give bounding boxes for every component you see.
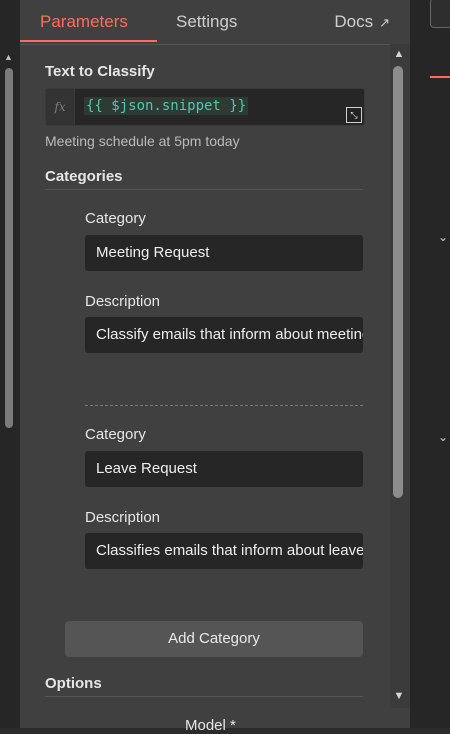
right-accent-line xyxy=(430,76,450,78)
expand-editor-icon[interactable]: ⤡ xyxy=(346,107,362,123)
expression-code: {{ $json.snippet }} xyxy=(84,97,249,115)
text-to-classify-expression-input[interactable]: fx {{ $json.snippet }} ⤡ xyxy=(45,88,365,126)
text-to-classify-label: Text to Classify xyxy=(45,63,155,80)
category-1-value: Meeting Request xyxy=(96,244,210,261)
category-2-label: Category xyxy=(85,426,146,443)
description-1-input[interactable]: Classify emails that inform about meetin… xyxy=(85,317,363,353)
tab-parameters[interactable]: Parameters xyxy=(40,12,128,32)
category-1-label: Category xyxy=(85,210,146,227)
options-title: Options xyxy=(45,675,102,692)
fx-icon: fx xyxy=(46,89,75,125)
category-separator xyxy=(85,405,363,406)
chevron-down-icon[interactable]: ⌄ xyxy=(438,230,448,244)
panel-tabs: Parameters Settings Docs ↗ xyxy=(20,0,410,45)
scroll-up-icon[interactable]: ▲ xyxy=(392,47,406,61)
options-divider xyxy=(45,696,363,697)
categories-divider xyxy=(45,189,363,190)
right-background-area: ⌄ ⌄ xyxy=(410,0,450,728)
external-link-icon: ↗ xyxy=(379,15,390,30)
left-scrollbar-thumb[interactable] xyxy=(5,68,13,428)
chevron-down-icon[interactable]: ⌄ xyxy=(438,430,448,444)
category-1-input[interactable]: Meeting Request xyxy=(85,235,363,271)
left-scroll-strip: ▲ xyxy=(0,0,20,728)
panel-scrollbar-thumb[interactable] xyxy=(393,66,403,498)
left-scroll-up-icon[interactable]: ▲ xyxy=(4,52,13,62)
tab-settings[interactable]: Settings xyxy=(176,12,237,32)
active-tab-underline xyxy=(20,40,157,42)
scroll-down-icon[interactable]: ▼ xyxy=(392,689,406,703)
node-parameters-panel: Parameters Settings Docs ↗ Text to Classi… xyxy=(20,0,410,734)
model-label: Model * xyxy=(185,717,236,734)
categories-title: Categories xyxy=(45,168,123,185)
add-category-button[interactable]: Add Category xyxy=(65,621,363,657)
description-1-value: Classify emails that inform about meetin… xyxy=(96,326,363,343)
category-2-input[interactable]: Leave Request xyxy=(85,451,363,487)
tab-docs[interactable]: Docs ↗ xyxy=(334,12,390,32)
description-2-value: Classifies emails that inform about leav… xyxy=(96,542,363,559)
docs-label: Docs xyxy=(334,12,374,31)
expression-preview: Meeting schedule at 5pm today xyxy=(45,133,240,149)
description-2-label: Description xyxy=(85,509,161,526)
description-2-input[interactable]: Classifies emails that inform about leav… xyxy=(85,533,363,569)
description-1-label: Description xyxy=(85,293,161,310)
category-2-value: Leave Request xyxy=(96,460,197,477)
right-top-button[interactable] xyxy=(430,0,450,28)
